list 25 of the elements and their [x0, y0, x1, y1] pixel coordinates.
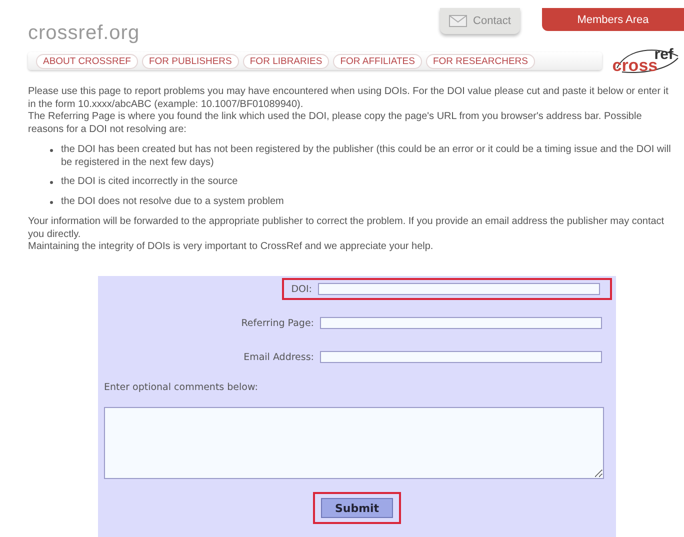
site-logo[interactable]: crossref.org	[28, 22, 140, 44]
members-area-button[interactable]: Members Area	[542, 8, 684, 31]
nav-link[interactable]: FOR PUBLISHERS	[142, 54, 239, 68]
contact-button[interactable]: Contact	[440, 8, 520, 34]
input-field[interactable]	[318, 283, 600, 295]
field-label: Email Address:	[244, 352, 314, 362]
info-text: Your information will be forwarded to the appropriate publisher to correct the problem. If you provide an email address the publisher may contact you directly.	[28, 216, 666, 241]
mail-icon	[449, 15, 468, 27]
nav-link[interactable]: FOR AFFILIATES	[333, 54, 422, 68]
field-label: Referring Page:	[241, 318, 314, 328]
submit-button[interactable]: Submit	[321, 498, 393, 518]
comments-label: Enter optional comments below:	[104, 382, 258, 393]
intro-text: Please use this page to report problems you may have encountered when using DOIs. For the DOI value please cut and paste it below or enter it in the form 10.xxxx/abcABC (example: 10.1007/BF01089940).	[28, 86, 670, 111]
input-field[interactable]	[320, 317, 602, 329]
input-field[interactable]	[320, 351, 602, 363]
intro-text: The Referring Page is where you found the link which used the DOI, please copy the page's URL from you browser's address bar. Possible reasons for a DOI not resolving are:	[28, 111, 643, 136]
nav-link[interactable]: FOR LIBRARIES	[242, 54, 330, 68]
reason-text: the DOI is cited incorrectly in the source	[61, 176, 238, 188]
nav-link[interactable]: ABOUT CROSSREF	[36, 54, 138, 68]
reason-text: the DOI has been created but has not been registered by the publisher (this could be an error or it could be a timing issue and the DOI will be registered in the next few days)	[61, 144, 672, 169]
field-label: DOI:	[291, 284, 312, 294]
reason-text: the DOI does not resolve due to a system problem	[61, 196, 284, 208]
info-text: Maintaining the integrity of DOIs is very important to CrossRef and we appreciate your help.	[28, 241, 434, 254]
nav-link[interactable]: FOR RESEARCHERS	[426, 54, 535, 68]
comments-field[interactable]	[104, 407, 604, 479]
